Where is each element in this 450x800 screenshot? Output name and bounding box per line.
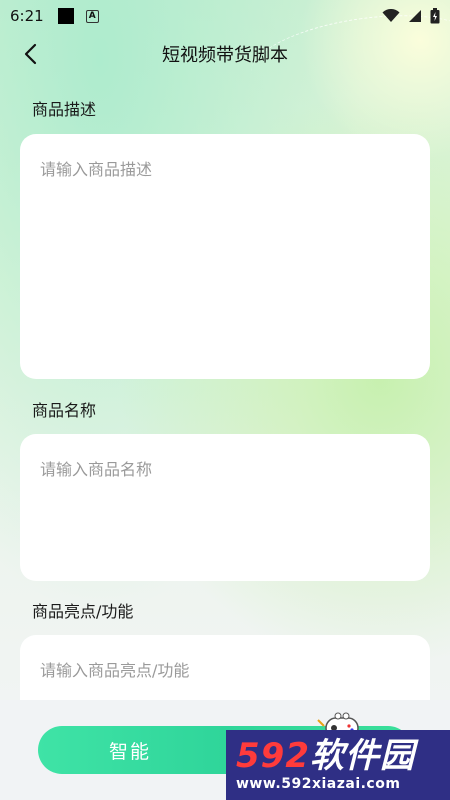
watermark-logo: 592软件园 www.592xiazai.com <box>226 730 450 800</box>
watermark-number: 592 <box>236 736 310 776</box>
description-input[interactable] <box>40 156 410 357</box>
chevron-left-icon <box>24 43 37 65</box>
battery-icon <box>430 8 440 24</box>
watermark-text: 软件园 <box>309 736 415 776</box>
notification-square-icon <box>57 8 74 24</box>
status-time: 6:21 <box>10 7 44 25</box>
page-title: 短视频带货脚本 <box>162 45 288 66</box>
status-bar: 6:21 A <box>0 0 450 32</box>
status-right-icons <box>382 8 440 24</box>
watermark-brand: 592软件园 <box>236 738 450 774</box>
app-header: 短视频带货脚本 <box>0 32 450 76</box>
back-button[interactable] <box>14 38 46 70</box>
description-field-box <box>20 134 430 379</box>
a-badge-icon: A <box>85 9 99 23</box>
watermark-url: www.592xiazai.com <box>236 776 401 792</box>
name-label: 商品名称 <box>32 401 97 420</box>
highlights-input[interactable] <box>40 657 410 693</box>
generate-button-label: 智能 <box>108 740 151 763</box>
description-label: 商品描述 <box>32 100 97 119</box>
wifi-icon <box>382 9 400 22</box>
highlights-label: 商品亮点/功能 <box>32 602 134 621</box>
signal-icon <box>409 10 421 22</box>
name-field-box <box>20 434 430 581</box>
name-input[interactable] <box>40 456 410 559</box>
